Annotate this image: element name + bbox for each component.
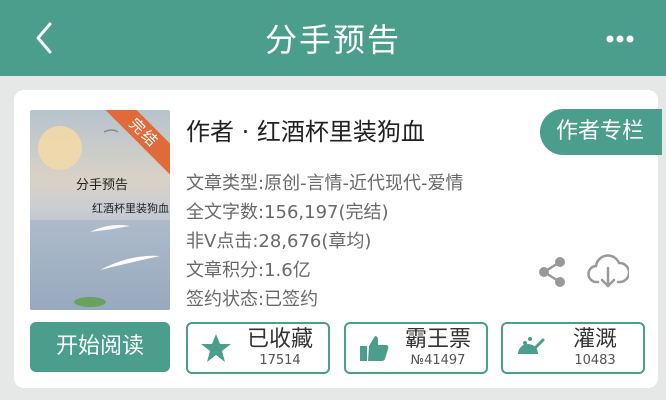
bawang-ticket-button[interactable]: 霸王票 №41497	[344, 322, 488, 374]
collect-count: 17514	[259, 353, 301, 368]
cover-author: 红酒杯里装狗血	[92, 202, 169, 215]
star-icon	[201, 334, 231, 362]
info-clicks: 非Ⅴ点击:28,676(章均)	[186, 231, 372, 252]
book-cover[interactable]: 分手预告 红酒杯里装狗血 完结	[30, 110, 170, 310]
collect-label: 已收藏	[246, 327, 313, 352]
more-options-icon[interactable]	[600, 24, 640, 54]
water-label: 灌溉	[572, 327, 617, 352]
info-score: 文章积分:1.6亿	[186, 260, 311, 281]
author-column-button[interactable]: 作者专栏	[540, 109, 662, 155]
top-bar: 分手预告	[0, 0, 666, 76]
info-word-count: 全文字数:156,197(完结)	[186, 202, 389, 223]
collect-button[interactable]: 已收藏 17514	[186, 322, 330, 374]
watering-can-icon	[518, 337, 545, 354]
page-title: 分手预告	[264, 21, 401, 59]
author-line[interactable]: 作者 · 红酒杯里装狗血	[186, 116, 425, 148]
info-contract-status: 签约状态:已签约	[186, 289, 319, 310]
share-icon[interactable]	[534, 254, 570, 290]
thumbs-up-icon	[360, 336, 389, 361]
cloud-download-icon[interactable]	[587, 252, 629, 290]
water-button[interactable]: 灌溉 10483	[501, 322, 645, 374]
ticket-count: №41497	[410, 353, 466, 368]
info-genre: 文章类型:原创-言情-近代现代-爱情	[186, 173, 464, 194]
water-count: 10483	[574, 353, 616, 368]
cover-title: 分手预告	[76, 178, 129, 193]
ticket-label: 霸王票	[404, 327, 471, 352]
start-reading-button[interactable]: 开始阅读	[30, 322, 170, 372]
